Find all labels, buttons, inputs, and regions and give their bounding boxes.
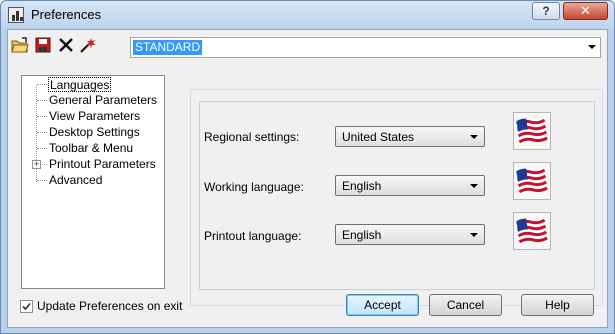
app-icon xyxy=(8,7,24,23)
profile-value: STANDARD xyxy=(133,40,203,55)
printout-flag-button[interactable] xyxy=(513,212,551,250)
preferences-window: Preferences ? ✕ STANDARD Languages Gener… xyxy=(0,0,615,334)
tree-item-languages[interactable]: Languages xyxy=(48,77,112,92)
regional-settings-value: United States xyxy=(342,130,415,144)
tree-item-general-parameters[interactable]: General Parameters xyxy=(48,93,158,108)
expand-icon[interactable]: + xyxy=(32,160,41,169)
working-flag-button[interactable] xyxy=(513,162,551,200)
checkmark-icon xyxy=(22,302,31,311)
us-flag-icon xyxy=(516,167,548,194)
chevron-down-icon[interactable] xyxy=(588,45,596,49)
tree-item-printout-parameters[interactable]: Printout Parameters xyxy=(48,157,157,172)
window-title: Preferences xyxy=(31,7,102,22)
delete-icon[interactable] xyxy=(57,36,75,54)
update-preferences-label: Update Preferences on exit xyxy=(37,299,183,313)
regional-flag-button[interactable] xyxy=(513,112,551,150)
profile-combo[interactable]: STANDARD xyxy=(130,37,601,58)
open-folder-icon[interactable] xyxy=(11,36,29,54)
printout-language-select[interactable]: English xyxy=(335,224,485,245)
working-language-label: Working language: xyxy=(204,180,304,194)
regional-settings-select[interactable]: United States xyxy=(335,126,485,147)
help-title-button[interactable]: ? xyxy=(532,2,560,20)
tree-item-advanced[interactable]: Advanced xyxy=(48,173,103,188)
working-language-value: English xyxy=(342,179,382,193)
title-bar: Preferences ? ✕ xyxy=(1,1,614,29)
new-icon[interactable] xyxy=(79,36,97,54)
regional-settings-label: Regional settings: xyxy=(204,130,300,144)
us-flag-icon xyxy=(516,117,548,144)
settings-tree[interactable]: Languages General Parameters View Parame… xyxy=(21,75,165,289)
chevron-down-icon xyxy=(470,184,478,188)
tree-item-view-parameters[interactable]: View Parameters xyxy=(48,109,141,124)
dialog-body: STANDARD Languages General Parameters Vi… xyxy=(7,29,608,328)
chevron-down-icon xyxy=(470,233,478,237)
working-language-select[interactable]: English xyxy=(335,175,485,196)
us-flag-icon xyxy=(516,217,548,244)
save-icon[interactable] xyxy=(34,36,52,54)
tree-item-desktop-settings[interactable]: Desktop Settings xyxy=(48,125,141,140)
printout-language-label: Printout language: xyxy=(204,229,302,243)
printout-language-value: English xyxy=(342,228,382,242)
tree-item-toolbar-menu[interactable]: Toolbar & Menu xyxy=(48,141,134,156)
close-button[interactable]: ✕ xyxy=(563,2,608,20)
accept-button[interactable]: Accept xyxy=(346,294,419,316)
help-button[interactable]: Help xyxy=(521,294,594,316)
cancel-button[interactable]: Cancel xyxy=(429,294,502,316)
chevron-down-icon xyxy=(470,135,478,139)
update-preferences-checkbox[interactable] xyxy=(20,300,33,313)
